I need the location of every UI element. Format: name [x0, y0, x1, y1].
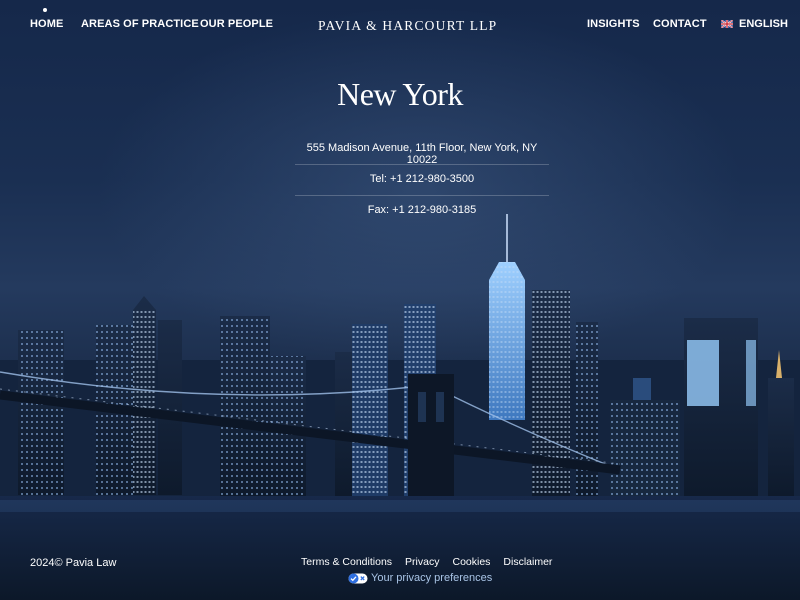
nav-insights[interactable]: INSIGHTS: [587, 18, 640, 30]
footer-terms-link[interactable]: Terms & Conditions: [301, 556, 392, 568]
nav-our-people[interactable]: OUR PEOPLE: [200, 18, 273, 30]
top-navigation: HOME AREAS OF PRACTICE OUR PEOPLE PAVIA …: [0, 0, 800, 50]
footer-privacy-link[interactable]: Privacy: [405, 556, 439, 568]
language-label: ENGLISH: [739, 18, 788, 30]
office-address: 555 Madison Avenue, 11th Floor, New York…: [306, 142, 538, 166]
active-indicator: [43, 8, 47, 12]
divider: [295, 195, 549, 196]
privacy-toggle-icon: [348, 573, 368, 583]
nav-areas-of-practice[interactable]: AREAS OF PRACTICE: [81, 18, 199, 30]
brand-logo[interactable]: PAVIA & HARCOURT LLP: [318, 18, 496, 34]
copyright-text: 2024© Pavia Law: [30, 557, 117, 569]
nav-home[interactable]: HOME: [30, 18, 63, 30]
divider: [295, 164, 549, 165]
language-selector[interactable]: ENGLISH: [721, 18, 788, 30]
privacy-preferences-label: Your privacy preferences: [371, 572, 493, 584]
office-telephone[interactable]: Tel: +1 212-980-3500: [295, 173, 549, 185]
nav-contact[interactable]: CONTACT: [653, 18, 707, 30]
footer-disclaimer-link[interactable]: Disclaimer: [503, 556, 552, 568]
footer-links: Terms & Conditions Privacy Cookies Discl…: [301, 556, 552, 568]
privacy-preferences-button[interactable]: Your privacy preferences: [348, 572, 492, 584]
footer-cookies-link[interactable]: Cookies: [452, 556, 490, 568]
office-city-title: New York: [337, 76, 463, 112]
office-fax: Fax: +1 212-980-3185: [367, 204, 477, 216]
uk-flag-icon: [721, 20, 733, 28]
